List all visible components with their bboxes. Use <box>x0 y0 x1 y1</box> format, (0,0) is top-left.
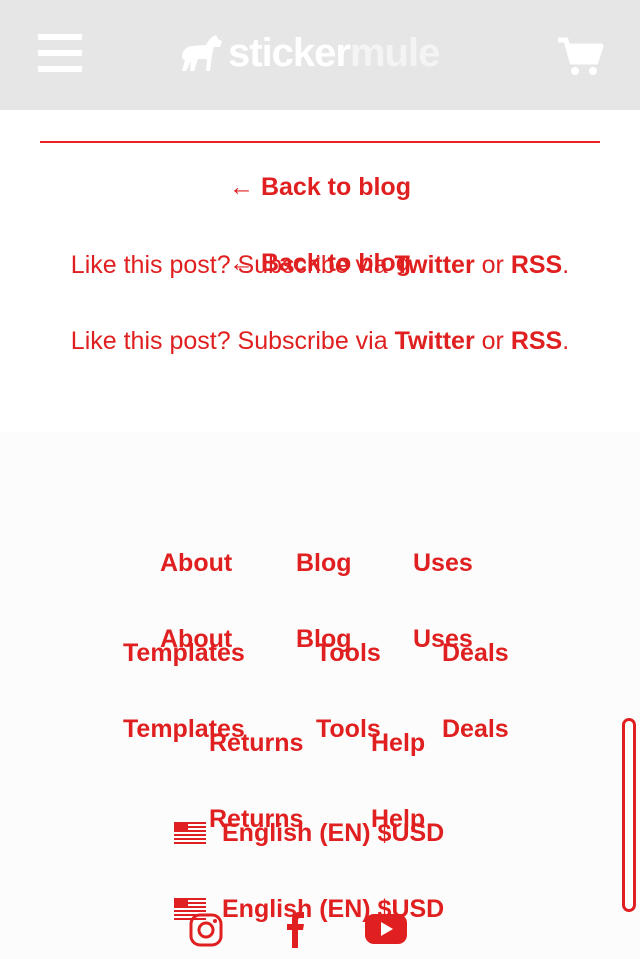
footer-link-deals[interactable]: Deals <box>442 713 509 745</box>
footer-row: About Blog Uses <box>0 623 640 655</box>
logo-text-mule: mule <box>349 31 440 75</box>
footer-link-uses[interactable]: Uses <box>413 623 473 655</box>
divider-line <box>40 141 600 143</box>
back-to-blog-link[interactable]: ← Back to blog <box>0 247 640 279</box>
youtube-icon[interactable] <box>364 913 408 945</box>
facebook-icon[interactable] <box>284 910 306 948</box>
footer-row: Returns Help <box>0 803 640 835</box>
locale-label: English (EN) $USD <box>222 895 445 923</box>
site-footer <box>0 432 640 959</box>
subscribe-or: or <box>481 327 504 355</box>
shopping-cart-icon[interactable] <box>556 36 604 78</box>
footer-link-about[interactable]: About <box>160 547 232 579</box>
logo-text-sticker: sticker <box>228 31 351 75</box>
footer-row: Templates Tools Deals <box>0 713 640 745</box>
subscribe-period: . <box>562 327 570 355</box>
back-to-blog-link[interactable]: ← Back to blog <box>0 171 640 203</box>
rss-link[interactable]: RSS <box>511 327 562 355</box>
footer-row: About Blog Uses <box>0 547 640 579</box>
subscribe-text: Like this post? Subscribe via Twitter or… <box>60 318 580 364</box>
footer-link-about[interactable]: About <box>160 623 232 655</box>
instagram-icon[interactable] <box>188 912 224 948</box>
mule-logo-icon <box>181 35 222 71</box>
hamburger-menu-icon[interactable] <box>38 34 82 72</box>
scrollbar[interactable] <box>622 718 636 912</box>
twitter-link[interactable]: Twitter <box>395 327 475 355</box>
footer-link-templates[interactable]: Templates <box>123 713 245 745</box>
footer-link-tools[interactable]: Tools <box>316 713 381 745</box>
site-logo[interactable]: stickermule <box>178 28 440 78</box>
footer-link-blog[interactable]: Blog <box>296 623 352 655</box>
footer-link-uses[interactable]: Uses <box>413 547 473 579</box>
footer-link-help[interactable]: Help <box>371 803 425 835</box>
site-header: stickermule <box>0 0 640 110</box>
subscribe-prefix: Like this post? Subscribe via <box>70 327 388 355</box>
footer-link-blog[interactable]: Blog <box>296 547 352 579</box>
footer-link-returns[interactable]: Returns <box>209 803 303 835</box>
